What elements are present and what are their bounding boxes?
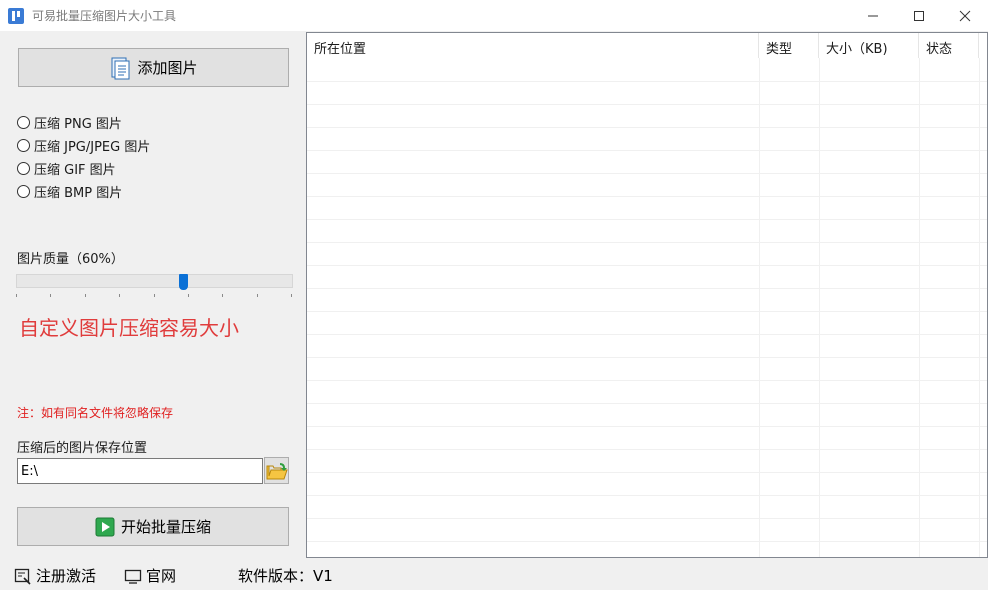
- radio-circle-icon: [17, 116, 30, 129]
- play-icon: [95, 517, 115, 536]
- version-text: 软件版本：V1: [238, 567, 333, 585]
- table-row-line: [307, 127, 987, 128]
- title-bar: 可易批量压缩图片大小工具: [0, 0, 988, 31]
- app-icon: [8, 7, 24, 24]
- table-row-line: [307, 495, 987, 496]
- table-column-line: [919, 58, 920, 557]
- add-images-label: 添加图片: [137, 59, 198, 77]
- slider-tick: [119, 294, 120, 297]
- close-icon: [959, 10, 971, 21]
- radio-png[interactable]: 压缩 PNG 图片: [17, 111, 150, 134]
- table-row-line: [307, 219, 987, 220]
- window-controls: [850, 0, 988, 31]
- website-link[interactable]: 官网: [124, 565, 176, 586]
- folder-open-icon: [266, 462, 288, 479]
- status-bar: 注册激活 官网 软件版本：V1: [0, 559, 988, 590]
- quality-slider[interactable]: [16, 273, 293, 303]
- table-row-line: [307, 196, 987, 197]
- table-column-line: [759, 58, 760, 557]
- table-column-line: [979, 58, 980, 557]
- promo-text: 自定义图片压缩容易大小: [19, 316, 239, 340]
- radio-circle-icon: [17, 185, 30, 198]
- minimize-icon: [868, 15, 878, 16]
- table-row-line: [307, 403, 987, 404]
- table-row-line: [307, 426, 987, 427]
- radio-gif-label: 压缩 GIF 图片: [34, 163, 116, 178]
- duplicate-note: 注：如有同名文件将忽略保存: [17, 406, 174, 420]
- table-row-line: [307, 472, 987, 473]
- minimize-button[interactable]: [850, 0, 896, 31]
- table-row-line: [307, 449, 987, 450]
- table-row-line: [307, 380, 987, 381]
- table-row-line: [307, 357, 987, 358]
- monitor-icon: [124, 569, 142, 584]
- slider-tick: [85, 294, 86, 297]
- slider-tick: [16, 294, 17, 297]
- table-body: [307, 58, 987, 557]
- document-icon: [111, 57, 130, 79]
- start-compress-label: 开始批量压缩: [120, 518, 211, 536]
- table-row-line: [307, 518, 987, 519]
- close-button[interactable]: [942, 0, 988, 31]
- window-title: 可易批量压缩图片大小工具: [32, 9, 177, 23]
- slider-tick: [154, 294, 155, 297]
- radio-bmp-label: 压缩 BMP 图片: [34, 186, 123, 201]
- website-label: 官网: [146, 567, 177, 585]
- radio-gif[interactable]: 压缩 GIF 图片: [17, 157, 150, 180]
- register-label: 注册激活: [36, 567, 97, 585]
- slider-tick: [50, 294, 51, 297]
- radio-jpg-label: 压缩 JPG/JPEG 图片: [34, 140, 151, 155]
- maximize-button[interactable]: [896, 0, 942, 31]
- radio-jpg[interactable]: 压缩 JPG/JPEG 图片: [17, 134, 150, 157]
- table-header: 所在位置 类型 大小（KB) 状态: [307, 33, 987, 58]
- radio-circle-icon: [17, 162, 30, 175]
- column-header-size[interactable]: 大小（KB): [819, 33, 919, 58]
- table-row-line: [307, 541, 987, 542]
- table-row-line: [307, 173, 987, 174]
- table-row-line: [307, 265, 987, 266]
- save-location-input[interactable]: [17, 458, 263, 484]
- add-images-button[interactable]: 添加图片: [18, 48, 289, 87]
- slider-thumb[interactable]: [179, 274, 188, 290]
- radio-png-label: 压缩 PNG 图片: [34, 117, 122, 132]
- table-row-line: [307, 104, 987, 105]
- slider-tick: [291, 294, 292, 297]
- slider-track[interactable]: [16, 274, 293, 288]
- radio-bmp[interactable]: 压缩 BMP 图片: [17, 180, 150, 203]
- table-row-line: [307, 81, 987, 82]
- maximize-icon: [914, 10, 924, 21]
- table-row-line: [307, 311, 987, 312]
- radio-circle-icon: [17, 139, 30, 152]
- compress-format-options: 压缩 PNG 图片 压缩 JPG/JPEG 图片 压缩 GIF 图片 压缩 BM…: [17, 111, 150, 203]
- column-header-type[interactable]: 类型: [759, 33, 819, 58]
- slider-tick: [257, 294, 258, 297]
- slider-tick: [222, 294, 223, 297]
- table-column-line: [819, 58, 820, 557]
- register-link[interactable]: 注册激活: [14, 565, 96, 586]
- table-row-line: [307, 334, 987, 335]
- slider-tick: [188, 294, 189, 297]
- settings-panel: 添加图片 压缩 PNG 图片 压缩 JPG/JPEG 图片 压缩 GIF 图片 …: [0, 31, 305, 559]
- start-compress-button[interactable]: 开始批量压缩: [17, 507, 289, 546]
- column-header-location[interactable]: 所在位置: [307, 33, 759, 58]
- register-icon: [14, 568, 31, 585]
- table-row-line: [307, 288, 987, 289]
- table-row-line: [307, 150, 987, 151]
- quality-label: 图片质量（60%）: [17, 252, 124, 267]
- browse-folder-button[interactable]: [264, 457, 289, 484]
- save-location-label: 压缩后的图片保存位置: [17, 441, 148, 456]
- file-list-table[interactable]: 所在位置 类型 大小（KB) 状态: [306, 32, 988, 558]
- table-row-line: [307, 242, 987, 243]
- column-header-status[interactable]: 状态: [919, 33, 979, 58]
